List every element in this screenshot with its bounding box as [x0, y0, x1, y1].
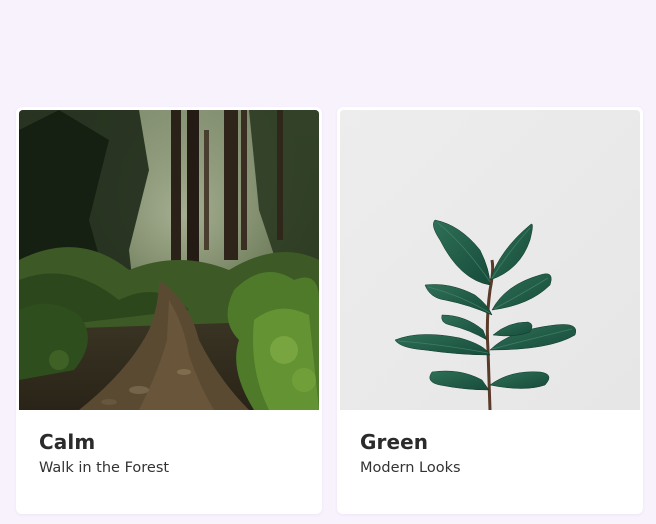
card-calm[interactable]: Calm Walk in the Forest: [16, 107, 322, 514]
potted-plant-photo: [340, 110, 640, 410]
card-title: Green: [360, 430, 429, 454]
forest-path-photo: [19, 110, 319, 410]
card-subtitle: Modern Looks: [360, 460, 461, 476]
card-green[interactable]: Green Modern Looks: [337, 107, 643, 514]
card-subtitle: Walk in the Forest: [39, 460, 170, 476]
card-title: Calm: [39, 430, 96, 454]
